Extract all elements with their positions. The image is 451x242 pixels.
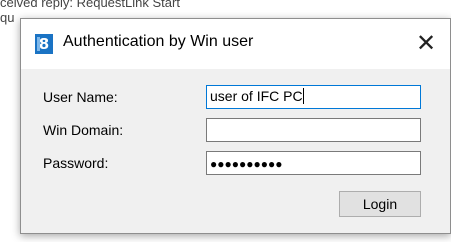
dialog-title: Authentication by Win user: [63, 33, 254, 50]
login-button[interactable]: Login: [339, 191, 421, 217]
password-mask: ●●●●●●●●●●: [210, 157, 283, 171]
close-icon[interactable]: ✕: [410, 29, 442, 57]
username-label: User Name:: [43, 89, 118, 105]
password-field[interactable]: ●●●●●●●●●●: [206, 151, 421, 175]
domain-label: Win Domain:: [43, 122, 124, 138]
app-logo-stripe: [37, 37, 40, 51]
username-field[interactable]: user of IFC PC: [206, 85, 421, 109]
dialog-client-area: User Name: user of IFC PC Win Domain: Pa…: [21, 69, 450, 233]
title-bar[interactable]: 8 Authentication by Win user ✕: [21, 19, 450, 69]
background-log-line-2: qu: [0, 10, 15, 25]
auth-dialog: 8 Authentication by Win user ✕ User Name…: [20, 18, 451, 234]
domain-field[interactable]: [206, 118, 421, 142]
password-label: Password:: [43, 155, 109, 171]
username-value: user of IFC PC: [210, 88, 303, 104]
background-log-line: ceived reply: RequestLink Start: [0, 0, 180, 10]
text-caret: [302, 88, 304, 104]
app-logo-icon: 8: [35, 34, 53, 54]
app-logo-text: 8: [38, 35, 50, 53]
